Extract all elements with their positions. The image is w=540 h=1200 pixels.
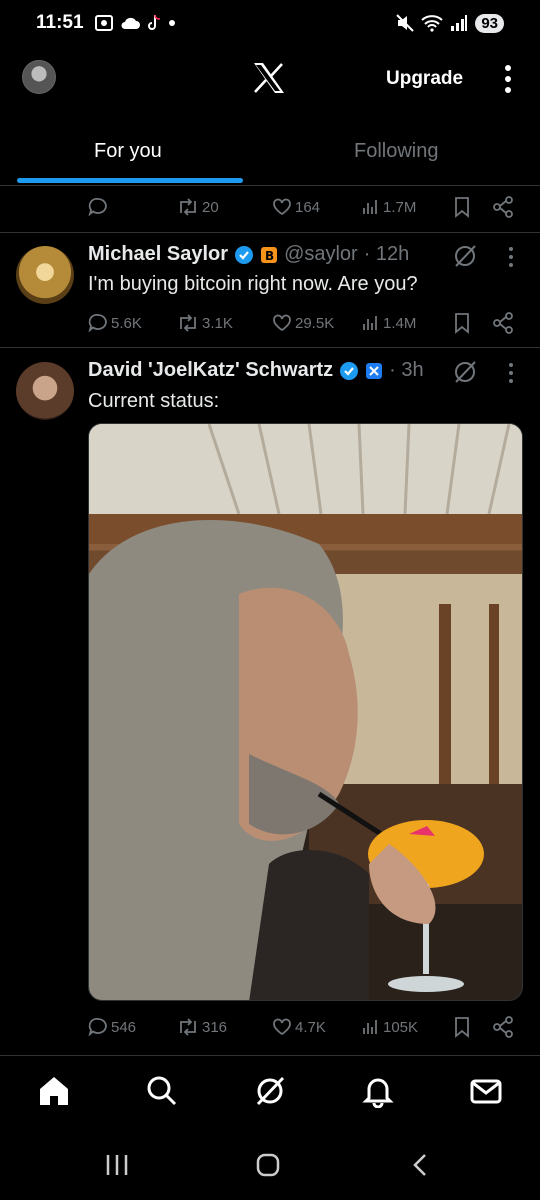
reply-button[interactable]: 5.6K bbox=[88, 309, 142, 337]
views-count: 1.4M bbox=[383, 314, 417, 332]
retweet-count: 20 bbox=[202, 198, 219, 216]
views-button[interactable]: 1.4M bbox=[362, 309, 416, 337]
photo-illustration bbox=[89, 424, 522, 1000]
home-button-icon[interactable] bbox=[255, 1152, 281, 1178]
wifi-icon bbox=[421, 15, 443, 32]
profile-avatar[interactable] bbox=[22, 60, 56, 94]
verified-badge-icon bbox=[235, 245, 254, 264]
like-count: 4.7K bbox=[295, 1018, 326, 1036]
bitcoin-affiliate-icon: B bbox=[261, 246, 278, 263]
tweet-header: David 'JoelKatz' Schwartz · 3h bbox=[88, 359, 424, 382]
like-button[interactable]: 4.7K bbox=[272, 1013, 326, 1041]
tab-following[interactable]: Following bbox=[354, 140, 438, 163]
heart-icon bbox=[273, 198, 291, 216]
tweet-photo[interactable] bbox=[88, 423, 523, 1001]
like-count: 29.5K bbox=[295, 314, 335, 332]
retweet-button[interactable]: 3.1K bbox=[177, 309, 233, 337]
tweet-divider bbox=[0, 347, 540, 348]
tiktok-icon bbox=[147, 14, 160, 30]
notifications-icon[interactable] bbox=[361, 1074, 395, 1108]
retweet-count: 316 bbox=[202, 1018, 228, 1036]
share-icon[interactable] bbox=[492, 1013, 514, 1041]
bookmark-icon[interactable] bbox=[453, 309, 471, 337]
more-options-icon[interactable] bbox=[500, 64, 516, 94]
author-name[interactable]: Michael Saylor bbox=[88, 243, 228, 266]
grok-icon[interactable] bbox=[452, 359, 478, 385]
like-button[interactable]: 164 bbox=[272, 193, 320, 221]
bottom-nav bbox=[0, 1055, 540, 1127]
reply-icon bbox=[88, 314, 107, 332]
tweet-text: Current status: bbox=[88, 390, 220, 412]
views-count: 105K bbox=[383, 1018, 419, 1036]
views-count: 1.7M bbox=[383, 198, 417, 216]
tweet-header: Michael Saylor B @saylor · 12h bbox=[88, 243, 409, 266]
home-icon[interactable] bbox=[37, 1074, 71, 1108]
heart-icon bbox=[273, 1018, 291, 1036]
avatar-saylor[interactable] bbox=[16, 246, 74, 304]
x-logo-icon[interactable] bbox=[252, 62, 286, 94]
retweet-icon bbox=[180, 314, 196, 332]
views-icon bbox=[363, 316, 377, 330]
upgrade-button[interactable]: Upgrade bbox=[386, 68, 463, 90]
grok-nav-icon[interactable] bbox=[253, 1074, 287, 1108]
tweet-divider bbox=[0, 232, 540, 233]
mute-icon bbox=[396, 14, 415, 32]
tweet-time: · 3h bbox=[389, 359, 424, 381]
cloud-icon bbox=[121, 17, 140, 29]
status-time: 11:51 bbox=[36, 12, 84, 33]
reply-count: 5.6K bbox=[111, 314, 142, 332]
reply-icon bbox=[88, 1018, 107, 1036]
back-icon[interactable] bbox=[408, 1152, 434, 1178]
tweet-time: · 12h bbox=[363, 243, 410, 265]
retweet-count: 3.1K bbox=[202, 314, 233, 332]
views-icon bbox=[363, 200, 377, 214]
messages-icon[interactable] bbox=[469, 1074, 503, 1108]
status-left-icons bbox=[94, 14, 176, 32]
reply-button[interactable] bbox=[88, 193, 108, 221]
verified-badge-icon bbox=[340, 361, 359, 380]
avatar-schwartz[interactable] bbox=[16, 362, 74, 420]
active-tab-indicator bbox=[17, 178, 243, 183]
views-icon bbox=[363, 1020, 377, 1034]
views-button[interactable]: 1.7M bbox=[362, 193, 416, 221]
status-bar: 11:51 93 bbox=[0, 0, 540, 46]
svg-text:B: B bbox=[265, 249, 274, 263]
reply-icon bbox=[88, 198, 107, 216]
views-button[interactable]: 105K bbox=[362, 1013, 418, 1041]
tab-for-you[interactable]: For you bbox=[94, 140, 162, 163]
like-count: 164 bbox=[295, 198, 321, 216]
signal-icon bbox=[451, 15, 468, 31]
retweet-icon bbox=[180, 1018, 196, 1036]
top-header: Upgrade bbox=[0, 52, 540, 104]
share-icon[interactable] bbox=[492, 309, 514, 337]
share-icon[interactable] bbox=[492, 193, 514, 221]
battery-badge: 93 bbox=[475, 13, 504, 33]
author-handle[interactable]: @saylor bbox=[284, 243, 358, 266]
feed-tabs: For you Following bbox=[0, 128, 540, 186]
like-button[interactable]: 29.5K bbox=[272, 309, 334, 337]
dot-icon bbox=[168, 20, 175, 26]
reply-count: 546 bbox=[111, 1018, 137, 1036]
retweet-icon bbox=[180, 198, 196, 216]
grok-icon[interactable] bbox=[452, 243, 478, 269]
search-icon[interactable] bbox=[145, 1074, 179, 1108]
ripple-affiliate-icon bbox=[366, 362, 383, 379]
reply-button[interactable]: 546 bbox=[88, 1013, 136, 1041]
tweet-actions: 546 316 4.7K 105K bbox=[88, 1013, 528, 1041]
status-right-icons: 93 bbox=[396, 13, 504, 33]
author-name[interactable]: David 'JoelKatz' Schwartz bbox=[88, 359, 333, 382]
prev-tweet-actions: 20 164 1.7M bbox=[88, 193, 528, 221]
tweet-more-icon[interactable] bbox=[504, 362, 518, 384]
retweet-button[interactable]: 316 bbox=[177, 1013, 227, 1041]
tweet-actions: 5.6K 3.1K 29.5K 1.4M bbox=[88, 309, 528, 337]
heart-icon bbox=[273, 314, 291, 332]
bookmark-icon[interactable] bbox=[453, 193, 471, 221]
tweet-text: I'm buying bitcoin right now. Are you? bbox=[88, 273, 418, 295]
retweet-button[interactable]: 20 bbox=[177, 193, 219, 221]
system-nav-bar bbox=[0, 1132, 540, 1200]
tweet-more-icon[interactable] bbox=[504, 246, 518, 268]
screenshot-icon bbox=[94, 15, 113, 31]
recent-apps-icon[interactable] bbox=[104, 1152, 130, 1178]
bookmark-icon[interactable] bbox=[453, 1013, 471, 1041]
